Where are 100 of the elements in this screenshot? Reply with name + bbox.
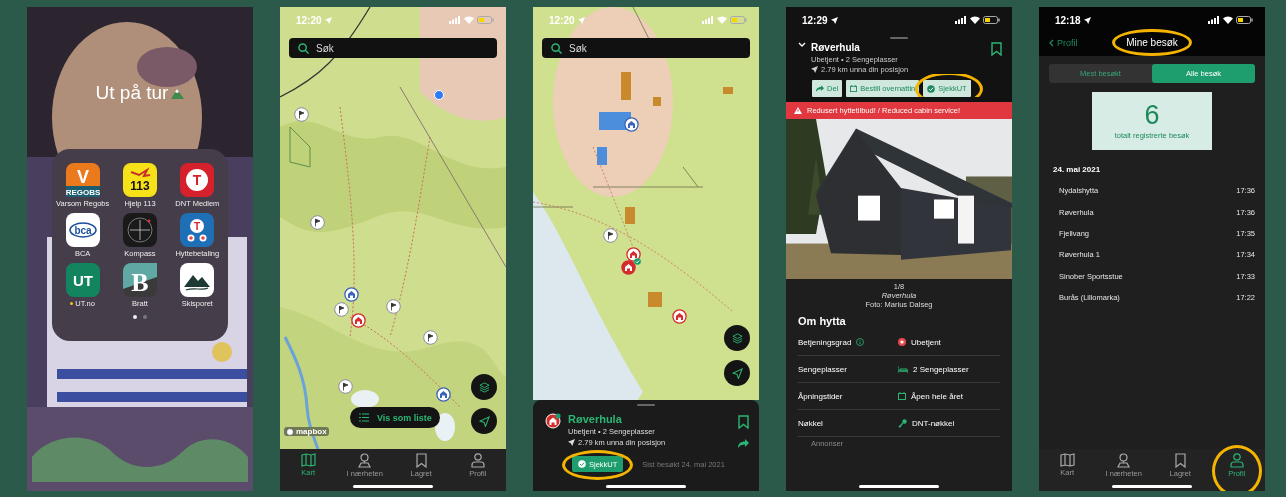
back-button[interactable]: Profil xyxy=(1049,37,1127,48)
signal-icon xyxy=(955,16,967,24)
date-heading: 24. mai 2021 xyxy=(1052,164,1102,176)
status-time: 12:20 xyxy=(549,14,575,26)
cabin-marker-icon[interactable] xyxy=(672,309,687,324)
person-icon xyxy=(470,453,485,468)
fact-value: DNT-nøkkel xyxy=(912,418,955,428)
status-time: 12:20 xyxy=(296,14,322,26)
wifi-icon xyxy=(970,16,980,24)
share-icon[interactable] xyxy=(738,439,749,448)
bookmark-icon[interactable] xyxy=(991,42,1002,56)
navigation-arrow-icon xyxy=(731,367,743,379)
chevron-left-icon xyxy=(1049,38,1054,47)
app-icon xyxy=(123,213,157,247)
folder-title: Ut på tur xyxy=(95,82,169,104)
fact-value: Åpen hele året xyxy=(911,391,964,401)
key-icon xyxy=(898,418,907,428)
page-dot[interactable] xyxy=(143,315,147,319)
list-icon xyxy=(359,413,369,422)
wifi-icon xyxy=(464,16,474,24)
app-icon: bca xyxy=(65,213,100,247)
search-icon xyxy=(551,42,562,54)
fact-label: Betjeningsgrad xyxy=(798,337,852,347)
location-arrow-icon xyxy=(1083,16,1091,24)
signal-icon xyxy=(702,16,714,24)
fact-value: Ubetjent xyxy=(911,337,941,347)
location-arrow-icon xyxy=(568,439,575,446)
layers-icon xyxy=(731,332,743,344)
navigation-arrow-icon xyxy=(478,415,490,427)
map-icon xyxy=(1059,453,1075,467)
page-dot[interactable] xyxy=(133,315,137,319)
map-icon xyxy=(300,453,316,467)
sheet-handle[interactable] xyxy=(637,404,655,406)
app-icon: T xyxy=(180,213,215,247)
location-arrow-icon xyxy=(324,16,332,24)
flag-marker-icon[interactable] xyxy=(603,228,618,243)
cabin-marker-icon[interactable] xyxy=(621,260,636,275)
check-badge-icon xyxy=(634,258,641,265)
sheet-handle[interactable] xyxy=(890,37,908,39)
app-icon xyxy=(180,263,215,297)
battery-icon xyxy=(1236,16,1253,24)
flag-marker-icon[interactable] xyxy=(334,302,349,317)
location-pin-icon xyxy=(1116,453,1132,468)
check-circle-icon xyxy=(927,84,936,93)
wifi-icon xyxy=(1223,16,1233,24)
flag-marker-icon[interactable] xyxy=(386,299,401,314)
battery-icon xyxy=(730,16,747,24)
wifi-icon xyxy=(717,16,727,24)
flag-marker-icon[interactable] xyxy=(310,215,325,230)
mountain-icon xyxy=(171,87,185,99)
cabin-title: Røverhula xyxy=(568,413,623,425)
location-arrow-icon xyxy=(577,16,585,24)
flag-marker-icon[interactable] xyxy=(294,107,309,122)
cabin-marker-icon[interactable] xyxy=(624,117,639,132)
mapbox-logo-icon xyxy=(286,427,294,436)
cabin-marker-icon[interactable] xyxy=(351,313,366,328)
fact-label: Nøkkel xyxy=(798,418,823,428)
section-title: Om hytta xyxy=(797,314,847,329)
fact-label: Åpningstider xyxy=(798,391,843,401)
signal-icon xyxy=(1208,16,1220,24)
cabin-marker-icon[interactable] xyxy=(344,287,359,302)
search-icon xyxy=(298,42,309,54)
status-time: 12:18 xyxy=(1055,14,1081,26)
signal-icon xyxy=(449,16,461,24)
calendar-icon xyxy=(850,85,858,92)
cabin-marker-icon[interactable] xyxy=(436,387,451,402)
share-icon xyxy=(816,85,824,92)
location-dot-icon xyxy=(434,90,444,100)
bed-icon xyxy=(898,365,908,373)
calendar-icon xyxy=(898,392,906,400)
app-icon: T xyxy=(180,163,215,197)
status-time: 12:29 xyxy=(802,14,828,26)
unstaffed-icon xyxy=(898,338,906,346)
screen-title: Mine besøk xyxy=(1126,37,1178,48)
chevron-down-icon[interactable] xyxy=(798,42,806,48)
bookmark-icon[interactable] xyxy=(738,415,749,429)
app-icon: B xyxy=(123,263,157,297)
search-field[interactable]: Søk xyxy=(289,38,497,58)
layers-icon xyxy=(478,381,490,393)
search-field[interactable]: Søk xyxy=(542,38,750,58)
person-icon xyxy=(1229,453,1244,468)
info-icon[interactable] xyxy=(856,338,865,346)
app-icon: 113 xyxy=(123,163,157,197)
fact-value: 2 Sengeplasser xyxy=(913,364,969,374)
check-circle-icon xyxy=(578,460,586,468)
map-attribution: mapbox xyxy=(296,427,327,436)
total-visits-count: 6 xyxy=(1144,102,1160,129)
location-arrow-icon xyxy=(830,16,838,24)
location-arrow-icon xyxy=(811,66,818,73)
bookmark-icon xyxy=(1174,453,1186,468)
fact-label: Sengeplasser xyxy=(798,364,847,374)
flag-marker-icon[interactable] xyxy=(423,330,438,345)
battery-icon xyxy=(983,16,1000,24)
flag-marker-icon[interactable] xyxy=(338,379,353,394)
cabin-title: Røverhula xyxy=(811,42,861,53)
app-icon: UT xyxy=(65,263,100,297)
location-pin-icon xyxy=(357,453,373,468)
list-view-button[interactable]: Vis som liste xyxy=(350,407,440,428)
warning-icon xyxy=(794,107,802,114)
app-icon: V REGOBS xyxy=(65,163,100,197)
